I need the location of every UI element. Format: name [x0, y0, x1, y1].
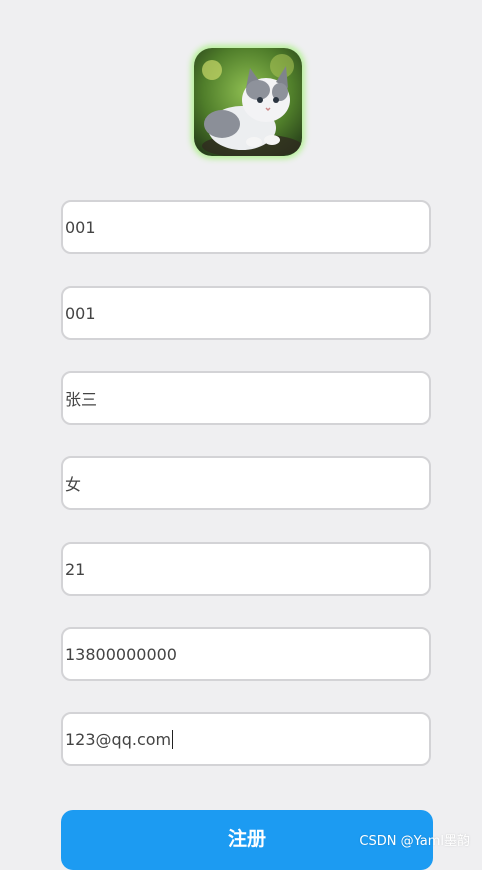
avatar[interactable]	[194, 48, 302, 156]
kitten-avatar-image	[194, 48, 302, 156]
text-caret	[172, 729, 174, 749]
field-age[interactable]: 21	[61, 542, 431, 596]
field-gender-value: 女	[65, 475, 82, 494]
watermark: CSDN @Yaml墨韵	[359, 834, 470, 849]
field-gender[interactable]: 女	[61, 456, 431, 510]
field-age-value: 21	[65, 559, 86, 579]
field-2[interactable]: 001	[61, 286, 431, 340]
field-email[interactable]: 123@qq.com	[61, 712, 431, 766]
field-name-value: 张三	[65, 390, 98, 409]
field-phone[interactable]: 13800000000	[61, 627, 431, 681]
field-1-value: 001	[65, 217, 96, 237]
field-email-value: 123@qq.com	[65, 729, 172, 749]
field-1[interactable]: 001	[61, 200, 431, 254]
field-name[interactable]: 张三	[61, 371, 431, 425]
register-button-label: 注册	[227, 828, 266, 850]
field-phone-value: 13800000000	[65, 644, 177, 664]
field-2-value: 001	[65, 303, 96, 323]
